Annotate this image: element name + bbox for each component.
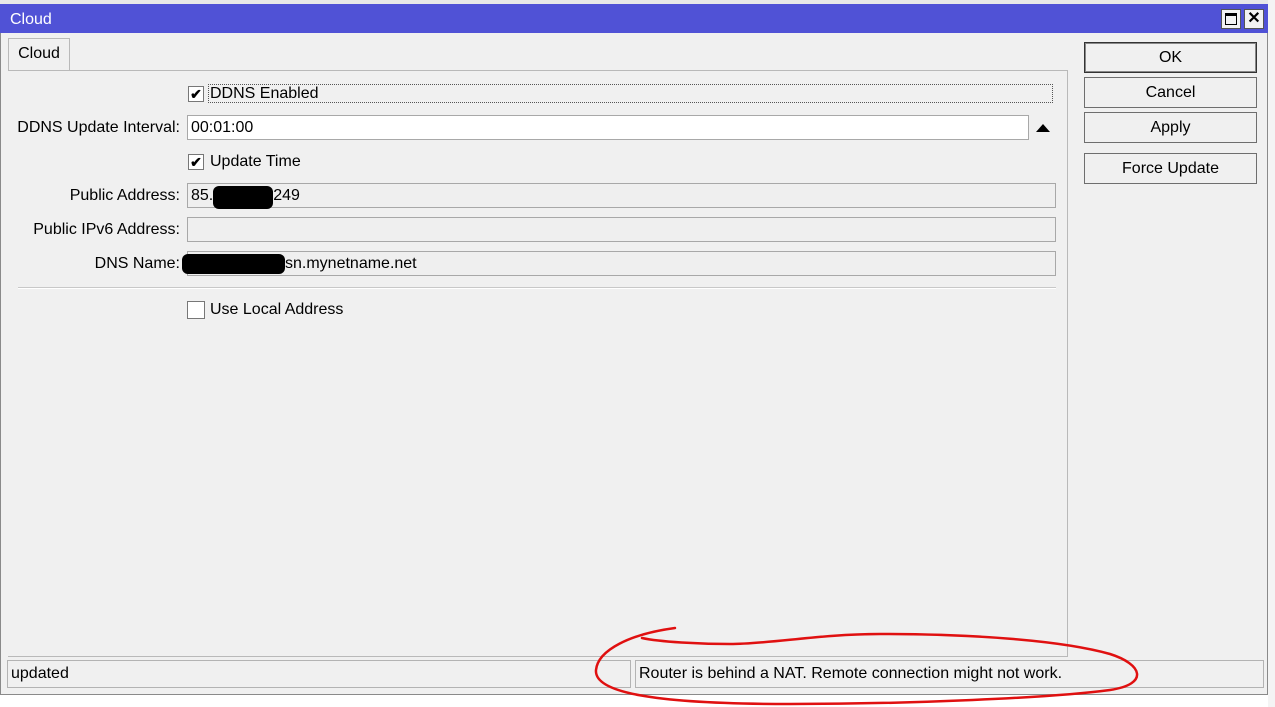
checkmark-icon: ✔ (190, 86, 202, 102)
redaction-mark (213, 186, 273, 209)
separator (18, 287, 1056, 289)
update-time-checkbox[interactable]: ✔ (188, 154, 204, 170)
close-icon: ✕ (1247, 10, 1261, 27)
ok-button[interactable]: OK (1084, 42, 1257, 73)
force-update-button[interactable]: Force Update (1084, 153, 1257, 184)
dns-name-suffix: sn.mynetname.net (285, 255, 417, 272)
dns-name-label: DNS Name: (94, 255, 180, 272)
public-ipv6-address-label: Public IPv6 Address: (33, 221, 180, 238)
close-button[interactable]: ✕ (1244, 9, 1264, 29)
ddns-enabled-label[interactable]: DDNS Enabled (210, 84, 319, 104)
redaction-mark (182, 254, 285, 274)
public-address-field: 85. 249 (187, 183, 1056, 208)
use-local-address-label[interactable]: Use Local Address (210, 300, 343, 320)
public-address-suffix: 249 (273, 187, 300, 204)
public-address-label: Public Address: (69, 187, 180, 204)
status-text-left: updated (7, 660, 631, 688)
title-bar[interactable] (0, 4, 1268, 33)
apply-button[interactable]: Apply (1084, 112, 1257, 143)
dns-name-field: sn.mynetname.net (187, 251, 1056, 276)
checkmark-icon: ✔ (190, 154, 202, 170)
maximize-button[interactable] (1221, 9, 1241, 29)
ddns-update-interval-input[interactable]: 00:01:00 (187, 115, 1029, 140)
red-annotation-circle (594, 626, 1139, 706)
tab-cloud-label: Cloud (18, 45, 60, 62)
public-address-prefix: 85. (191, 187, 214, 204)
maximize-icon (1225, 13, 1237, 25)
use-local-address-checkbox[interactable] (187, 301, 205, 319)
ddns-update-interval-label: DDNS Update Interval: (17, 119, 180, 136)
focus-outline (208, 84, 1053, 103)
public-ipv6-address-field (187, 217, 1056, 242)
update-time-label[interactable]: Update Time (210, 152, 301, 172)
window-title: Cloud (10, 11, 52, 28)
tab-panel (8, 70, 1068, 657)
collapse-arrow-icon[interactable] (1036, 124, 1050, 132)
ddns-enabled-checkbox[interactable]: ✔ (188, 86, 204, 102)
tab-cloud[interactable]: Cloud (8, 38, 70, 71)
cancel-button[interactable]: Cancel (1084, 77, 1257, 108)
background-right (1268, 0, 1275, 707)
